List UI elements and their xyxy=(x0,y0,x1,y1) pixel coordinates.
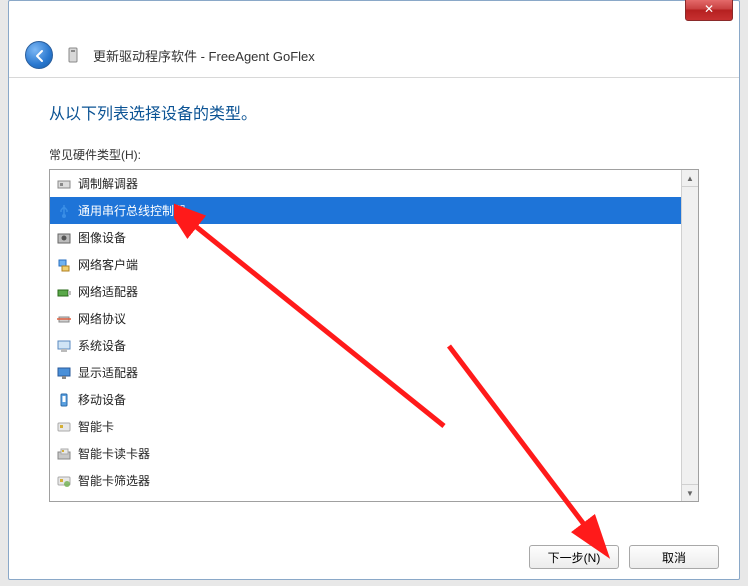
list-item[interactable]: 显示适配器 xyxy=(50,359,681,386)
cancel-button[interactable]: 取消 xyxy=(629,545,719,569)
network-adapter-icon xyxy=(56,284,72,300)
list-item[interactable]: 系统设备 xyxy=(50,332,681,359)
next-button[interactable]: 下一步(N) xyxy=(529,545,619,569)
list-item-label: 网络协议 xyxy=(78,310,126,327)
disk-icon xyxy=(65,47,81,63)
list-item-label: 图像设备 xyxy=(78,229,126,246)
list-item-label: 系统设备 xyxy=(78,337,126,354)
smartcard-icon xyxy=(56,419,72,435)
dialog-window: ✕ 更新驱动程序软件 - FreeAgent GoFlex 从以下列表选择设备的… xyxy=(8,0,740,580)
usb-icon xyxy=(56,203,72,219)
list-item-label: 智能卡读卡器 xyxy=(78,445,150,462)
header-row: 更新驱动程序软件 - FreeAgent GoFlex xyxy=(9,41,739,69)
content-area: 从以下列表选择设备的类型。 常见硬件类型(H): 调制解调器通用串行总线控制器图… xyxy=(9,78,739,502)
smartcard-filter-icon xyxy=(56,473,72,489)
back-arrow-icon xyxy=(32,48,48,64)
list-item[interactable]: 网络协议 xyxy=(50,305,681,332)
title-bar: ✕ xyxy=(9,1,739,33)
list-item-label: 网络适配器 xyxy=(78,283,138,300)
list-item-label: 通用串行总线控制器 xyxy=(78,202,186,219)
list-item[interactable]: 通用串行总线控制器 xyxy=(50,197,681,224)
list-item[interactable]: 图像设备 xyxy=(50,224,681,251)
list-item[interactable]: 智能卡读卡器 xyxy=(50,440,681,467)
mobile-icon xyxy=(56,392,72,408)
back-button[interactable] xyxy=(25,41,53,69)
window-title: 更新驱动程序软件 - FreeAgent GoFlex xyxy=(93,46,315,65)
protocol-icon xyxy=(56,311,72,327)
smartcard-reader-icon xyxy=(56,446,72,462)
close-icon: ✕ xyxy=(704,2,714,16)
list-item[interactable]: 调制解调器 xyxy=(50,170,681,197)
list-item-label: 网络客户端 xyxy=(78,256,138,273)
list-label: 常见硬件类型(H): xyxy=(49,146,699,163)
scrollbar[interactable]: ▲ ▼ xyxy=(681,170,698,501)
footer-buttons: 下一步(N) 取消 xyxy=(529,545,719,569)
scroll-up-button[interactable]: ▲ xyxy=(682,170,698,187)
imaging-icon xyxy=(56,230,72,246)
system-icon xyxy=(56,338,72,354)
page-heading: 从以下列表选择设备的类型。 xyxy=(49,100,699,124)
list-item[interactable]: 移动设备 xyxy=(50,386,681,413)
list-item[interactable]: 智能卡 xyxy=(50,413,681,440)
list-item[interactable]: 网络客户端 xyxy=(50,251,681,278)
display-icon xyxy=(56,365,72,381)
hardware-listbox: 调制解调器通用串行总线控制器图像设备网络客户端网络适配器网络协议系统设备显示适配… xyxy=(49,169,699,502)
network-client-icon xyxy=(56,257,72,273)
hardware-list[interactable]: 调制解调器通用串行总线控制器图像设备网络客户端网络适配器网络协议系统设备显示适配… xyxy=(50,170,681,501)
list-item-label: 调制解调器 xyxy=(78,175,138,192)
list-item-label: 显示适配器 xyxy=(78,364,138,381)
list-item[interactable]: 网络适配器 xyxy=(50,278,681,305)
modem-icon xyxy=(56,176,72,192)
list-item-label: 智能卡 xyxy=(78,418,114,435)
list-item-label: 智能卡筛选器 xyxy=(78,472,150,489)
scroll-down-button[interactable]: ▼ xyxy=(682,484,698,501)
list-item-label: 移动设备 xyxy=(78,391,126,408)
close-button[interactable]: ✕ xyxy=(685,0,733,21)
list-item[interactable]: 智能卡筛选器 xyxy=(50,467,681,494)
